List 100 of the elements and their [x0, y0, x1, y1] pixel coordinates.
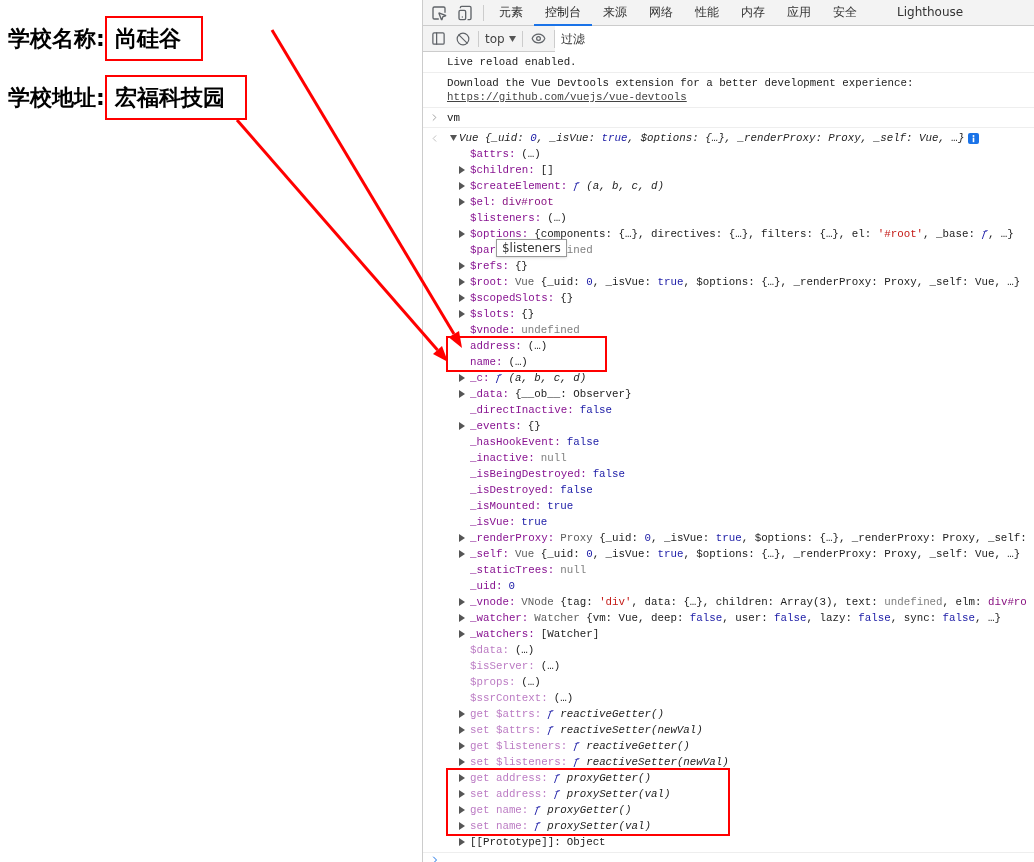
property-key: _isMounted: [470, 499, 542, 513]
property-key: get name: [470, 803, 529, 817]
property-value: false [560, 484, 593, 496]
field-value: 尚硅谷 [104, 16, 203, 61]
property-value: Proxy {_uid: 0, _isVue: true, $options: {…}, _renderProxy: Proxy, _self: [560, 532, 1027, 544]
property-value: (…) [521, 148, 541, 160]
property-value: {} [527, 420, 541, 432]
property-key: get $listeners: [470, 739, 568, 753]
property-value: false [579, 404, 613, 416]
property-key: get $attrs: [470, 707, 542, 721]
property-value: [] [540, 164, 554, 176]
property-key: $refs: [470, 259, 509, 273]
property-value: ƒ reactiveSetter(newVal) [573, 756, 729, 768]
property-value: VNode {tag: 'div', data: {…}, children: Array(3), text: undefined, elm: div#ro [521, 596, 1027, 608]
property-key: $slots: [470, 307, 516, 321]
property-key: _self: [470, 547, 509, 561]
property-value: {__ob__: Observer} [514, 388, 632, 400]
property-key: $isServer: [470, 659, 535, 673]
property-value: (…) [547, 212, 567, 224]
property-value: Vue {_uid: 0, _isVue: true, $options: {…}, _renderProxy: Proxy, _self: Vue, …} [459, 132, 965, 144]
property-key: _isDestroyed: [470, 483, 555, 497]
property-value: Vue {_uid: 0, _isVue: true, $options: {…}, _renderProxy: Proxy, _self: Vue, …} [514, 548, 1021, 560]
console-command: vm [447, 110, 460, 125]
property-value: (…) [514, 644, 535, 656]
panel-tab[interactable]: 应用 [776, 0, 822, 26]
property-value: null [540, 452, 567, 464]
property-value: (…) [553, 692, 574, 704]
property-value: ƒ (a, b, c, d) [495, 372, 587, 384]
panel-tab[interactable]: Lighthouse [886, 0, 975, 26]
property-value: ƒ (a, b, c, d) [573, 180, 664, 192]
property-key: $children: [470, 163, 535, 177]
property-value: {} [521, 308, 535, 320]
property-value: true [521, 516, 548, 528]
property-key: _c: [470, 371, 490, 385]
panel-tab[interactable]: 安全 [822, 0, 868, 26]
property-key: $props: [470, 675, 516, 689]
property-key: _isBeingDestroyed: [470, 467, 587, 481]
property-key: address: [470, 339, 522, 353]
property-value: div#root [501, 196, 554, 208]
property-value: ƒ reactiveSetter(newVal) [547, 724, 703, 736]
field-value: 宏福科技园 [104, 75, 247, 120]
field-label: 学校地址: [8, 84, 105, 112]
property-value: false [592, 468, 626, 480]
property-key: _inactive: [470, 451, 535, 465]
console-message: Live reload enabled. [447, 55, 578, 69]
property-key: _renderProxy: [470, 531, 555, 545]
property-key: _data: [470, 387, 509, 401]
property-value: null [560, 564, 587, 576]
property-value: true [547, 500, 574, 512]
property-key: $options: [470, 227, 529, 241]
property-key: $scopedSlots: [470, 291, 555, 305]
panel-tab[interactable]: 内存 [730, 0, 776, 26]
property-key: $par [470, 243, 496, 257]
property-key: $createElement: [470, 179, 568, 193]
property-key: $el: [470, 195, 496, 209]
property-value: ƒ reactiveGetter() [573, 740, 690, 752]
property-value: false [566, 436, 600, 448]
property-key: _uid: [470, 579, 503, 593]
tooltip: $listeners [495, 239, 567, 257]
context-select[interactable]: top [485, 29, 516, 48]
property-key: $root: [470, 275, 509, 289]
property-key: _events: [470, 419, 522, 433]
property-key: set $attrs: [470, 723, 542, 737]
property-key: _watchers: [470, 627, 535, 641]
property-key: set $listeners: [470, 755, 568, 769]
property-value: ƒ reactiveGetter() [547, 708, 664, 720]
property-key: _isVue: [470, 515, 516, 529]
panel-tab[interactable]: 网络 [638, 0, 684, 26]
property-value: (…) [527, 340, 548, 352]
property-value: Vue {_uid: 0, _isVue: true, $options: {…}, _renderProxy: Proxy, _self: Vue, …} [514, 276, 1021, 288]
property-value: undefined [521, 324, 580, 336]
property-key: get address: [470, 771, 548, 785]
panel-tab[interactable]: 性能 [684, 0, 730, 26]
property-value: {components: {…}, directives: {…}, filters: {…}, el: '#root', _base: ƒ, …} [534, 228, 1014, 240]
property-value: ƒ proxySetter(val) [553, 788, 671, 800]
property-value: (…) [540, 660, 561, 672]
property-value: {} [514, 260, 528, 272]
property-key: _directInactive: [470, 403, 574, 417]
property-value: (…) [508, 356, 528, 368]
console-link[interactable]: https://github.com/vuejs/vue-devtools [447, 91, 687, 103]
console-message: Download the Vue Devtools extension for a better development experience: [447, 76, 915, 90]
property-key: $data: [470, 643, 509, 657]
property-key: set address: [470, 787, 548, 801]
property-key: set name: [470, 819, 529, 833]
property-value: ƒ proxyGetter() [553, 772, 651, 784]
property-value: ined [566, 244, 593, 256]
property-value: {} [560, 292, 574, 304]
property-key: _hasHookEvent: [470, 435, 561, 449]
property-value: 0 [508, 580, 515, 592]
property-value: Watcher {vm: Vue, deep: false, user: false, lazy: false, sync: false, …} [534, 612, 1001, 624]
property-key: _watcher: [470, 611, 529, 625]
property-value: (…) [521, 676, 541, 688]
filter-field[interactable]: 过滤 [554, 25, 1034, 52]
property-key: [[Prototype]]: [470, 835, 561, 849]
property-key: $ssrContext: [470, 691, 548, 705]
property-key: name: [470, 355, 503, 369]
field-label: 学校名称: [8, 25, 105, 53]
property-key: $listeners: [470, 211, 542, 225]
panel-tab[interactable]: 元素 [488, 0, 534, 26]
panel-tab[interactable]: 来源 [592, 0, 638, 26]
